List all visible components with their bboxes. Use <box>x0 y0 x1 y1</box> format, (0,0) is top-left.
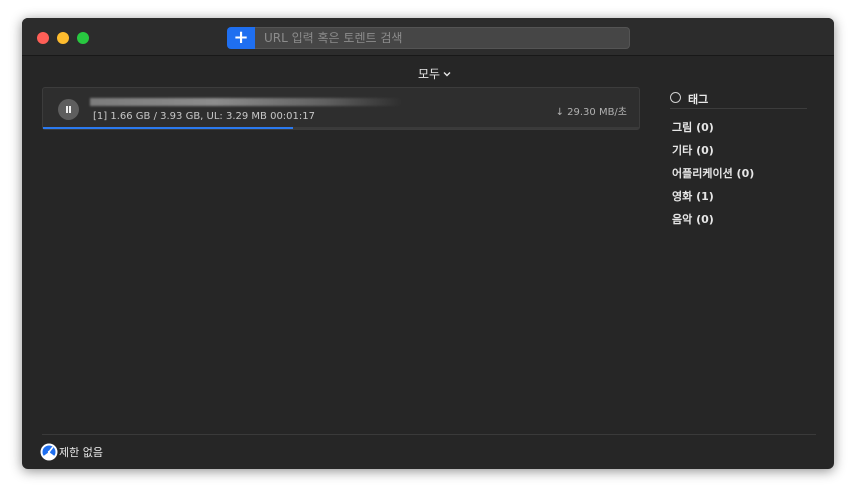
speedometer-icon <box>40 443 58 461</box>
app-window: + URL 입력 혹은 토렌트 검색 모두 [1] 1.66 GB / 3.93… <box>22 18 834 469</box>
tags-title: 태그 <box>688 93 709 106</box>
progress-fill <box>43 127 294 129</box>
footer-divider <box>42 434 816 435</box>
chevron-down-icon <box>443 71 451 76</box>
torrent-row[interactable]: [1] 1.66 GB / 3.93 GB, UL: 3.29 MB 00:01… <box>42 87 640 130</box>
add-torrent-button[interactable]: + <box>227 27 255 49</box>
download-speed: ↓ 29.30 MB/초 <box>555 107 627 118</box>
filter-dropdown[interactable]: 모두 <box>418 65 451 82</box>
search-input[interactable]: URL 입력 혹은 토렌트 검색 <box>255 27 630 49</box>
tag-item-applications[interactable]: 어플리케이션 (0) <box>672 167 754 190</box>
speed-limit-toggle[interactable]: 제한 없음 <box>40 443 103 461</box>
minimize-window-button[interactable] <box>57 32 69 44</box>
zoom-window-button[interactable] <box>77 32 89 44</box>
progress-bar <box>43 127 639 129</box>
tag-item-pictures[interactable]: 그림 (0) <box>672 121 754 144</box>
tag-item-movies[interactable]: 영화 (1) <box>672 190 754 213</box>
torrent-stats: [1] 1.66 GB / 3.93 GB, UL: 3.29 MB 00:01… <box>93 111 315 122</box>
filter-label: 모두 <box>418 67 441 81</box>
tag-list: 그림 (0) 기타 (0) 어플리케이션 (0) 영화 (1) 음악 (0) <box>672 121 754 236</box>
close-window-button[interactable] <box>37 32 49 44</box>
pause-icon <box>66 106 68 113</box>
torrent-name-redacted <box>90 98 403 106</box>
titlebar: + URL 입력 혹은 토렌트 검색 <box>22 18 834 56</box>
tags-header[interactable]: 태그 <box>670 91 807 109</box>
tag-radio-icon[interactable] <box>670 92 681 103</box>
tag-item-other[interactable]: 기타 (0) <box>672 144 754 167</box>
speed-limit-label: 제한 없음 <box>59 446 103 459</box>
pause-button[interactable] <box>58 99 79 120</box>
tag-item-music[interactable]: 음악 (0) <box>672 213 754 236</box>
